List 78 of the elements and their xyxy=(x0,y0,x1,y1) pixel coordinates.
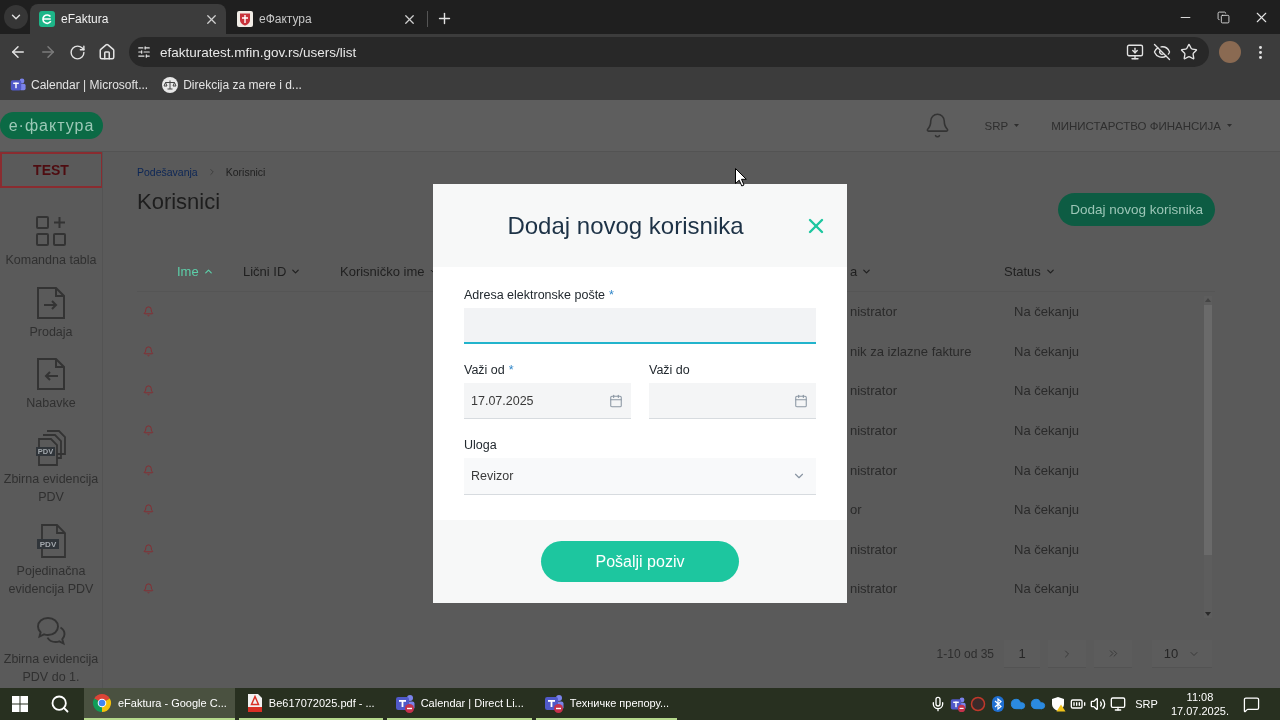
bell-icon xyxy=(143,345,154,357)
field-label: Važi od xyxy=(464,363,505,377)
browser-tab[interactable]: еФактура xyxy=(228,4,424,34)
notifications-icon[interactable] xyxy=(1243,695,1260,713)
teams-icon xyxy=(10,77,26,93)
address-bar[interactable]: efakturatest.mfin.gov.rs/users/list xyxy=(129,37,1209,67)
back-icon[interactable] xyxy=(9,43,27,61)
cloud-icon[interactable] xyxy=(1010,696,1027,712)
cloud-icon[interactable] xyxy=(1030,696,1047,712)
taskbar-app[interactable]: eFaktura - Google C... xyxy=(84,688,235,720)
field-label: Adresa elektronske pošte xyxy=(464,288,606,302)
site-info-icon[interactable] xyxy=(137,45,151,59)
column-header[interactable]: a xyxy=(850,263,873,279)
bell-icon xyxy=(143,464,154,476)
bookmark-link[interactable]: Calendar | Microsoft... xyxy=(10,77,149,93)
reload-icon[interactable] xyxy=(69,43,86,61)
document-arrow-left-icon xyxy=(37,358,65,390)
bell-icon xyxy=(143,306,154,318)
bell-icon xyxy=(143,583,154,595)
search-icon[interactable] xyxy=(50,694,70,714)
volume-icon[interactable] xyxy=(1090,696,1107,712)
dashboard-grid-icon xyxy=(35,215,67,247)
monitor-icon[interactable] xyxy=(1110,696,1127,712)
column-header[interactable]: Ime xyxy=(177,263,214,279)
field-label: Važi do xyxy=(649,363,690,377)
eye-off-icon[interactable] xyxy=(1153,43,1171,61)
field-label: Uloga xyxy=(464,438,497,452)
new-tab-icon[interactable] xyxy=(436,10,453,27)
windows-start-icon[interactable] xyxy=(12,696,28,712)
email-input[interactable] xyxy=(464,308,816,344)
required-mark: * xyxy=(508,363,514,377)
tab-list-button[interactable] xyxy=(4,5,28,29)
forward-icon[interactable] xyxy=(39,43,57,61)
taskbar-app[interactable]: Calendar | Direct Li... xyxy=(386,688,532,720)
teams-busy-icon xyxy=(394,693,415,713)
calendar-icon xyxy=(609,393,623,408)
scrollbar-track[interactable] xyxy=(1204,296,1212,618)
restore-icon[interactable] xyxy=(1216,10,1230,24)
document-arrow-right-icon xyxy=(37,286,65,319)
shield-warning-icon[interactable] xyxy=(1050,696,1067,712)
date-field[interactable]: 17.07.2025 xyxy=(464,383,631,419)
bookmark-star-icon[interactable] xyxy=(1180,43,1198,61)
bell-icon xyxy=(143,425,154,437)
bell-icon xyxy=(143,385,154,397)
calendar-icon xyxy=(794,393,808,408)
add-user-button[interactable]: Dodaj novog korisnika xyxy=(1058,193,1215,226)
caret-down-icon xyxy=(1014,124,1020,127)
bluetooth-icon[interactable] xyxy=(990,696,1007,712)
scales-icon xyxy=(162,77,179,93)
environment-badge: TEST xyxy=(0,152,102,188)
e-logo-icon xyxy=(39,11,55,27)
document-icon xyxy=(246,693,263,713)
taskbar-app[interactable]: Техничке препору... xyxy=(535,688,678,720)
page-title: Korisnici xyxy=(137,189,221,215)
input-language-indicator[interactable]: SRP xyxy=(1135,698,1158,710)
install-app-icon[interactable] xyxy=(1126,43,1144,61)
bell-icon xyxy=(143,543,154,555)
required-mark: * xyxy=(609,288,614,302)
caret-down-icon xyxy=(1227,124,1232,127)
crest-icon xyxy=(237,11,253,27)
column-header[interactable]: Korisničko ime xyxy=(340,263,438,279)
bell-icon xyxy=(143,504,154,516)
app-logo[interactable]: e·фактура xyxy=(0,112,103,139)
column-header[interactable]: Status xyxy=(1004,263,1056,279)
modal-title: Dodaj novog korisnika xyxy=(506,211,745,240)
taskbar-clock[interactable]: 11:08 17.07.2025. xyxy=(1170,690,1229,718)
chrome-icon xyxy=(92,693,112,713)
battery-icon[interactable] xyxy=(1070,696,1087,712)
column-header[interactable]: Lični ID xyxy=(243,263,302,279)
home-icon[interactable] xyxy=(98,43,116,61)
chat-bubbles-icon xyxy=(36,615,66,646)
browser-tab[interactable]: eFaktura xyxy=(30,4,226,34)
taskbar-app[interactable]: Be617072025.pdf - ... xyxy=(238,688,383,720)
date-field[interactable] xyxy=(649,383,816,419)
teams-busy-icon xyxy=(543,693,564,713)
bookmark-link[interactable]: Direkcija za mere i d... xyxy=(162,77,302,93)
role-select[interactable]: Revizor xyxy=(464,458,816,495)
teams-busy-icon[interactable] xyxy=(950,696,967,712)
